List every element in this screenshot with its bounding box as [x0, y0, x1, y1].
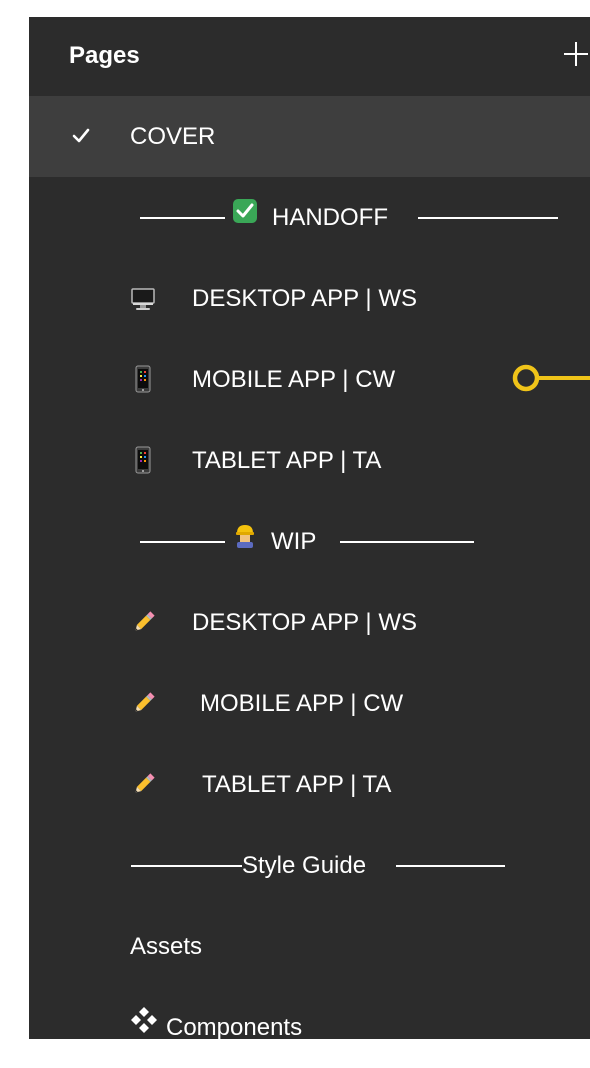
pages-title: Pages — [69, 42, 140, 69]
page-item-wip-desktop-app-ws[interactable]: DESKTOP APP | WS — [29, 582, 590, 663]
mobile-phone-icon — [134, 420, 162, 501]
page-item-label: COVER — [130, 123, 216, 150]
page-item-cover[interactable]: COVER — [29, 96, 590, 177]
pencil-icon — [130, 663, 158, 744]
divider-line — [396, 865, 505, 867]
pages-panel: Pages COVER HANDOFF DESKTOP APP | WS MOB… — [29, 17, 590, 1039]
page-item-wip-mobile-app-cw[interactable]: MOBILE APP | CW — [29, 663, 590, 744]
page-item-tablet-app-ta[interactable]: TABLET APP | TA — [29, 420, 590, 501]
page-item-label: TABLET APP | TA — [202, 771, 392, 798]
page-item-desktop-app-ws[interactable]: DESKTOP APP | WS — [29, 258, 590, 339]
mobile-phone-icon — [134, 339, 162, 420]
page-item-label: Components — [166, 1014, 303, 1039]
divider-line — [140, 217, 225, 219]
prototype-connector-handle[interactable] — [509, 363, 590, 393]
page-item-label: TABLET APP | TA — [192, 447, 382, 474]
pages-header: Pages — [29, 17, 590, 96]
desktop-computer-icon — [129, 258, 157, 339]
page-item-assets[interactable]: Assets — [29, 906, 590, 987]
four-diamonds-icon — [130, 986, 158, 1039]
divider-label: WIP — [271, 528, 317, 555]
divider-line — [418, 217, 558, 219]
page-divider-handoff[interactable]: HANDOFF — [29, 177, 590, 258]
green-check-box-icon — [232, 176, 258, 257]
divider-label: Style Guide — [242, 852, 367, 879]
page-item-label: MOBILE APP | CW — [192, 366, 396, 393]
divider-line — [340, 541, 474, 543]
pencil-icon — [130, 582, 158, 663]
page-divider-style-guide[interactable]: Style Guide — [29, 825, 590, 906]
page-item-components[interactable]: Components — [29, 987, 590, 1039]
page-item-label: DESKTOP APP | WS — [192, 609, 417, 636]
page-divider-wip[interactable]: WIP — [29, 501, 590, 582]
add-page-button[interactable] — [561, 39, 590, 69]
checkmark-icon — [71, 96, 95, 177]
plus-icon — [564, 42, 588, 66]
page-item-wip-tablet-app-ta[interactable]: TABLET APP | TA — [29, 744, 590, 825]
page-item-label: MOBILE APP | CW — [200, 690, 404, 717]
page-item-label: Assets — [130, 933, 203, 960]
divider-label: HANDOFF — [272, 204, 388, 231]
page-item-mobile-app-cw[interactable]: MOBILE APP | CW — [29, 339, 590, 420]
construction-worker-icon — [233, 500, 257, 581]
divider-line — [140, 541, 225, 543]
divider-line — [131, 865, 242, 867]
pencil-icon — [130, 744, 158, 825]
page-item-label: DESKTOP APP | WS — [192, 285, 417, 312]
